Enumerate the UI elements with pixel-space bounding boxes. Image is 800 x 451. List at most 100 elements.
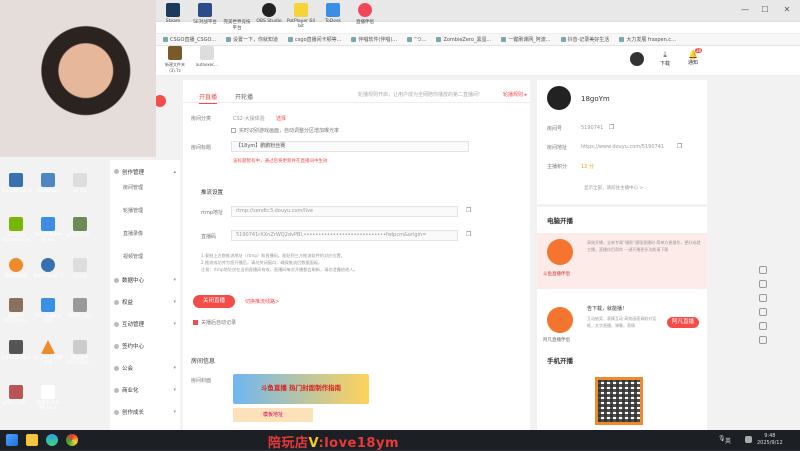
more-link[interactable]: 显示全部，请前往主播中心 > xyxy=(584,185,643,191)
desktop-icon[interactable]: QQ图片20250813... xyxy=(0,298,32,324)
avatar[interactable] xyxy=(630,52,644,66)
back-to-top-icon[interactable] xyxy=(759,336,767,344)
help-icon[interactable] xyxy=(759,294,767,302)
desktop-icon[interactable]: g161-b-20... xyxy=(64,217,96,238)
edge-browser-icon[interactable] xyxy=(46,434,58,446)
close-window-button[interactable]: ✕ xyxy=(782,5,792,15)
sidebar-group-data[interactable]: 数据中心 ▾ xyxy=(110,269,180,291)
notify-button[interactable]: 🔔 通知 38 xyxy=(682,48,704,66)
rtmp-input[interactable]: rtmp://sendtc3.douyu.com/live xyxy=(231,206,458,217)
sidebar-group-rights[interactable]: 权益 ▾ xyxy=(110,291,180,313)
desktop-file-icons: 新建文件夹 (3).7z autoexec... xyxy=(160,46,222,76)
cover-label: 房间封面 xyxy=(191,378,212,384)
archive-shortcut[interactable]: 新建文件夹 (3).7z xyxy=(160,46,190,76)
obs-shortcut[interactable]: OBS Studio xyxy=(254,3,284,31)
desktop-icon[interactable]: GeForce Experience xyxy=(0,217,32,243)
bookmark[interactable]: 伴唱软件(伴唱)... xyxy=(351,36,397,43)
sidebar-group-interact[interactable]: 互动管理 ▾ xyxy=(110,313,180,335)
windows-start-icon[interactable] xyxy=(6,434,18,446)
bookmark[interactable]: CSGO直播_CSGO... xyxy=(163,36,216,43)
copy-icon[interactable]: ❐ xyxy=(466,207,471,214)
headset-icon[interactable] xyxy=(759,308,767,316)
banner-v: V xyxy=(308,436,319,451)
cover-image[interactable]: 斗鱼直播 热门封面制作指南 xyxy=(233,374,369,404)
sidebar-group-create[interactable]: 创作管理 ▴ xyxy=(110,166,180,177)
title-input[interactable]: 【18ym】鹏鹏粉丝赛 xyxy=(231,141,469,152)
sidebar-group-contract[interactable]: 签约中心 xyxy=(110,335,180,357)
notice-link[interactable]: 轮播规则 ▸ xyxy=(503,91,527,98)
category-select-link[interactable]: 选择 xyxy=(276,115,286,122)
copy-icon[interactable]: ❐ xyxy=(677,143,682,150)
message-icon[interactable] xyxy=(759,266,767,274)
desktop-icon[interactable]: c2.cfg xyxy=(64,258,96,279)
app2-title: 告下载，就能播！ xyxy=(587,306,628,312)
steam-shortcut[interactable]: Steam xyxy=(158,3,188,31)
sidebar-group-guild[interactable]: 公会 ▾ xyxy=(110,357,180,379)
wifi-icon[interactable] xyxy=(745,436,752,443)
desktop-icon[interactable]: 新建文本文档.docx xyxy=(32,385,64,411)
download-button[interactable]: ⤓ 下载 xyxy=(654,50,676,67)
copy-icon[interactable]: ❐ xyxy=(609,124,614,131)
interact-icon xyxy=(114,321,119,327)
app1-card[interactable]: 斗鱼直播伴侣 高效开播，全新专属“爆款”模版直播时 简单方便操作，更好成就主播。… xyxy=(537,233,707,289)
desktop-icon[interactable]: 8月14日.mp4 xyxy=(0,340,32,361)
taskbar: 🎙 英 9:48 2025/9/12 xyxy=(0,430,800,450)
clock[interactable]: 9:48 2025/9/12 xyxy=(757,433,783,447)
desktop-icon[interactable]: g161-n-20... xyxy=(0,385,32,406)
sidebar-item-videos[interactable]: 视频管理 xyxy=(110,246,180,269)
sidebar-item-carousel[interactable]: 轮播管理 xyxy=(110,200,180,223)
bookmark[interactable]: 大力发展 fraspen.c... xyxy=(619,36,676,43)
folder-icon[interactable] xyxy=(26,434,38,446)
5e-shortcut[interactable]: 5E对战平台 xyxy=(190,3,220,31)
close-stream-button[interactable]: 关闭直播 xyxy=(193,295,235,308)
chevron-down-icon: ▾ xyxy=(173,321,176,327)
maximize-button[interactable]: ☐ xyxy=(760,5,770,15)
desktop-icon[interactable]: PWC平衡文件夹.lnk xyxy=(32,217,64,243)
desktop-icon[interactable]: PGL Astana 2025 xyxy=(32,298,64,324)
desktop-icon[interactable]: Wireshark xyxy=(32,173,64,194)
cover-template[interactable]: 模板地址 xyxy=(233,408,313,422)
potplayer-shortcut[interactable]: PotPlayer 64 bit xyxy=(286,3,316,31)
switch-line-link[interactable]: 切换推流线路> xyxy=(245,298,279,305)
todesk-shortcut[interactable]: ToDesk xyxy=(318,3,348,31)
auto-switch-option[interactable]: 实时识别游戏画面，自动调整分区增加曝光率 xyxy=(231,127,339,134)
sidebar-item-recordings[interactable]: 直播录像 xyxy=(110,223,180,246)
sidebar-item-room[interactable]: 房间管理 xyxy=(110,177,180,200)
live-companion-shortcut[interactable]: 直播伴侣 xyxy=(350,3,380,31)
auto-record-checkbox[interactable] xyxy=(193,320,198,325)
desktop-icon[interactable]: 雷神加速器 xyxy=(0,258,32,279)
stream-key-input[interactable]: 5190741rXXnZrWQ2dvPBl.••••••••••••••••••… xyxy=(231,230,458,241)
gift-icon[interactable] xyxy=(759,280,767,288)
desktop-icon[interactable]: TeamSpeak 3 xyxy=(32,258,64,279)
chrome-icon[interactable] xyxy=(66,434,78,446)
bookmark[interactable]: 设置一下，你就知道 xyxy=(226,36,278,43)
cfg-shortcut[interactable]: autoexec... xyxy=(192,46,222,76)
desktop-icon[interactable]: TeamSpeak 3 xyxy=(0,173,32,194)
title-warning: 该标题暂有中，通过后将更新并在直播间中生效 xyxy=(233,159,328,164)
minimize-button[interactable]: — xyxy=(740,5,750,15)
pc-stream-title: 电脑开播 xyxy=(547,217,573,225)
chevron-down-icon: ▾ xyxy=(173,277,176,283)
auto-switch-checkbox[interactable] xyxy=(231,128,236,133)
sidebar-group-commerce[interactable]: 商业化 ▾ xyxy=(110,379,180,401)
bookmark[interactable]: 抖音-记录美好生活 xyxy=(560,36,609,43)
afan-stream-button[interactable]: 阿凡直播 xyxy=(667,317,699,328)
desktop-icon[interactable]: 9月02.mp4 xyxy=(64,298,96,319)
rtmp-label: rtmp地址 xyxy=(201,210,224,216)
desktop-icon[interactable]: vlc.exe - 快捷方式 xyxy=(32,340,64,366)
copy-icon[interactable]: ❐ xyxy=(466,231,471,238)
room-info-title: 房间信息 xyxy=(191,358,216,365)
perfect-world-shortcut[interactable]: 完美世界竞技平台 xyxy=(222,3,252,31)
sidebar-group-growth[interactable]: 创作成长 ▾ xyxy=(110,401,180,423)
bookmark[interactable]: ZombieZero_黑蛋... xyxy=(436,36,491,43)
bookmark[interactable]: 一键刷课网_阿波... xyxy=(501,36,551,43)
bookmark[interactable]: ”つ... xyxy=(407,36,426,43)
feedback-icon[interactable] xyxy=(759,322,767,330)
desktop-icon[interactable]: 微信图片20250801... xyxy=(64,340,96,366)
room-url-value[interactable]: https://www.douyu.com/5190741 xyxy=(581,144,664,150)
auto-record-option[interactable]: 关播后自动记录 xyxy=(193,319,236,326)
desktop-icon[interactable]: cs.cfg xyxy=(64,173,96,194)
tray-language[interactable]: 英 xyxy=(725,436,731,445)
bookmark[interactable]: csgo直播间卡顿等... xyxy=(288,36,341,43)
right-rail xyxy=(752,260,774,370)
